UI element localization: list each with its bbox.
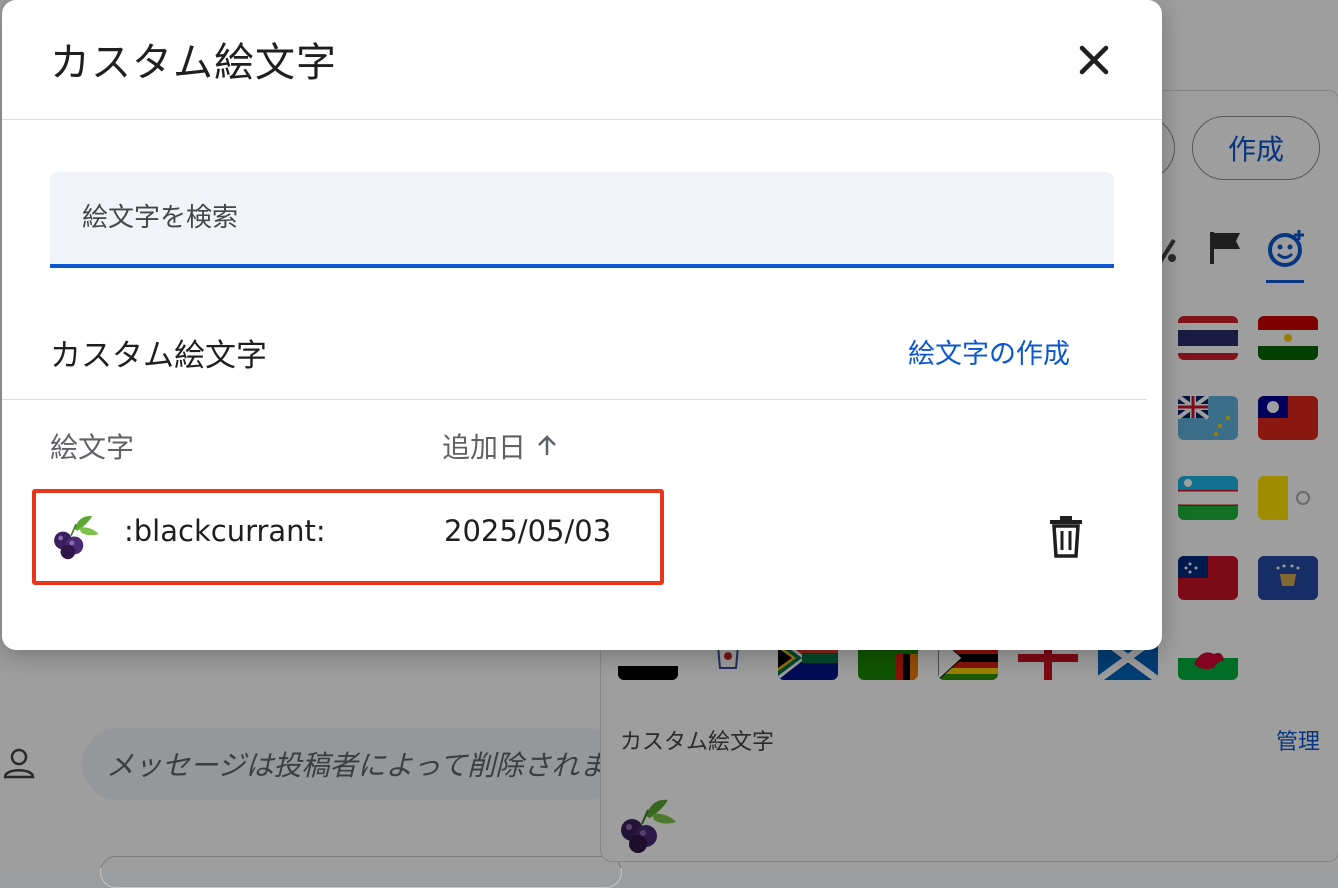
trash-icon[interactable] xyxy=(1046,514,1086,558)
column-header-emoji[interactable]: 絵文字 xyxy=(50,426,134,466)
emoji-search-input[interactable] xyxy=(50,172,1114,264)
sort-arrow-up-icon xyxy=(534,433,560,459)
column-header-emoji-label: 絵文字 xyxy=(50,431,135,464)
emoji-search-field[interactable] xyxy=(50,172,1114,268)
custom-emoji-dialog: カスタム絵文字 カスタム絵文字 絵文字の作成 絵文字 追加日 xyxy=(2,0,1162,650)
title-divider xyxy=(2,119,1162,120)
close-icon[interactable] xyxy=(1070,36,1118,84)
column-header-added-date[interactable]: 追加日 xyxy=(442,426,560,466)
section-title: カスタム絵文字 xyxy=(50,338,267,374)
dialog-title: カスタム絵文字 xyxy=(50,40,337,86)
column-header-added-date-label: 追加日 xyxy=(442,431,527,464)
create-emoji-link[interactable]: 絵文字の作成 xyxy=(908,332,1070,371)
section-divider xyxy=(2,399,1147,400)
highlight-annotation xyxy=(32,489,664,585)
